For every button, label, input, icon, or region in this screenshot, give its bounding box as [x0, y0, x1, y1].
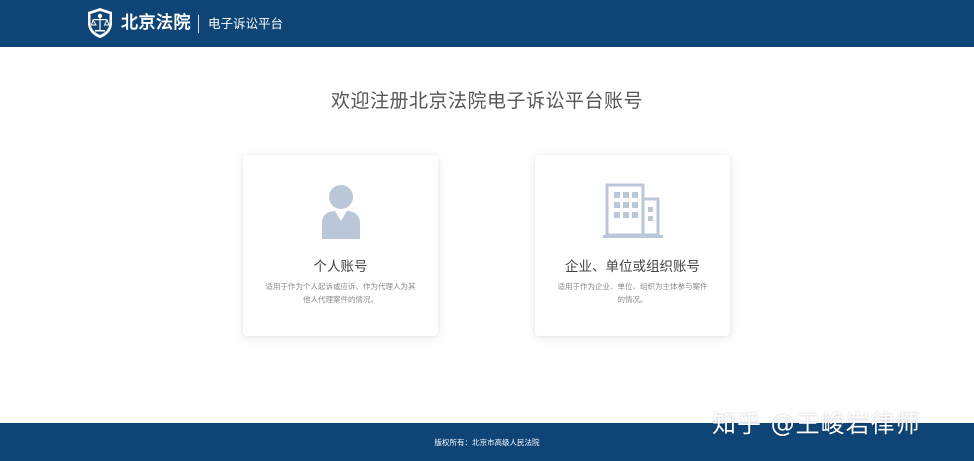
top-header: 北京法院 电子诉讼平台: [0, 0, 974, 47]
page-title: 欢迎注册北京法院电子诉讼平台账号: [330, 90, 643, 112]
brand-subtitle: 电子诉讼平台: [208, 16, 284, 31]
card-icon-wrap: [535, 183, 730, 241]
card-icon-wrap: [243, 183, 438, 241]
person-icon: [321, 185, 360, 239]
brand-divider: [198, 15, 199, 33]
zhihu-watermark: 知乎 @王峻岩律师: [712, 410, 921, 438]
personal-account-card[interactable]: 个人账号 适用于作为个人起诉或应诉、作为代理人为其他人代理案件的情况。: [243, 155, 438, 336]
personal-account-title: 个人账号: [313, 259, 368, 275]
brand-name[interactable]: 北京法院: [121, 12, 191, 34]
organization-account-description: 适用于作为企业、单位、组织为主体参与案件的情况。: [557, 282, 708, 304]
organization-account-card[interactable]: 企业、单位或组织账号 适用于作为企业、单位、组织为主体参与案件的情况。: [535, 155, 730, 336]
organization-account-title: 企业、单位或组织账号: [565, 259, 700, 275]
personal-account-description: 适用于作为个人起诉或应诉、作为代理人为其他人代理案件的情况。: [265, 282, 416, 304]
footer-copyright: 版权所有：北京市高级人民法院: [434, 437, 540, 447]
court-emblem-icon[interactable]: [85, 7, 115, 39]
building-icon: [602, 183, 663, 238]
